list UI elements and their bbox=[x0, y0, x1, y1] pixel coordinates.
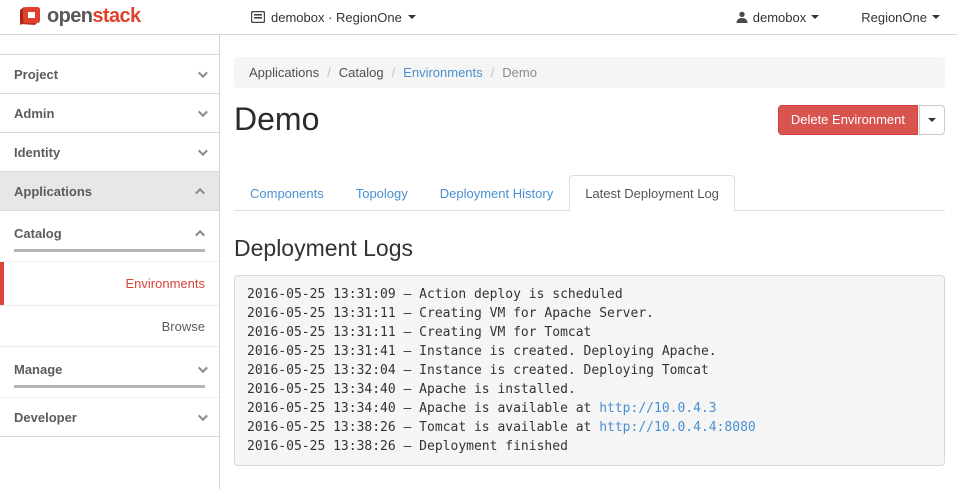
breadcrumb-item-environments[interactable]: Environments bbox=[403, 65, 482, 80]
user-menu[interactable]: demobox bbox=[736, 10, 819, 25]
sidebar-item-label: Manage bbox=[14, 362, 62, 377]
sidebar-item-label: Project bbox=[14, 67, 58, 82]
delete-environment-split-button: Delete Environment bbox=[778, 105, 945, 135]
breadcrumb-separator: / bbox=[483, 65, 503, 80]
project-context-switcher[interactable]: demobox · RegionOne bbox=[251, 0, 416, 34]
breadcrumb-item-demo: Demo bbox=[502, 65, 537, 80]
page-header: Demo Delete Environment bbox=[234, 101, 945, 138]
caret-down-icon bbox=[932, 15, 940, 19]
context-switcher-label: demobox · RegionOne bbox=[271, 10, 402, 25]
caret-down-icon bbox=[928, 118, 936, 122]
log-line: 2016-05-25 13:31:11 — Creating VM for To… bbox=[247, 323, 932, 342]
log-line: 2016-05-25 13:38:26 — Tomcat is availabl… bbox=[247, 418, 932, 437]
sidebar-item-developer[interactable]: Developer bbox=[0, 398, 219, 437]
delete-environment-dropdown-toggle[interactable] bbox=[919, 105, 945, 135]
breadcrumb-item-catalog: Catalog bbox=[339, 65, 384, 80]
top-navbar: openstack demobox · RegionOne demobox bbox=[0, 0, 957, 35]
sidebar-item-label: Environments bbox=[126, 276, 205, 291]
sidebar: Project Admin Identity Applications Catalog E… bbox=[0, 35, 220, 489]
main-content: Applications/Catalog/Environments/Demo D… bbox=[220, 35, 957, 489]
sidebar-item-label: Admin bbox=[14, 106, 54, 121]
chevron-down-icon bbox=[198, 363, 208, 373]
breadcrumb: Applications/Catalog/Environments/Demo bbox=[234, 57, 945, 88]
log-line: 2016-05-25 13:34:40 — Apache is availabl… bbox=[247, 399, 932, 418]
sidebar-item-label: Applications bbox=[14, 184, 92, 199]
caret-down-icon bbox=[811, 15, 819, 19]
sidebar-item-label: Identity bbox=[14, 145, 60, 160]
sidebar-item-label: Catalog bbox=[14, 226, 62, 241]
sidebar-item-admin[interactable]: Admin bbox=[0, 94, 219, 133]
region-menu-label: RegionOne bbox=[861, 10, 927, 25]
log-line: 2016-05-25 13:38:26 — Deployment finishe… bbox=[247, 437, 932, 456]
breadcrumb-separator: / bbox=[319, 65, 339, 80]
section-underline bbox=[14, 249, 205, 252]
chevron-up-icon bbox=[195, 187, 205, 197]
sidebar-item-label: Developer bbox=[14, 410, 77, 425]
chevron-down-icon bbox=[198, 68, 208, 78]
chevron-down-icon bbox=[198, 107, 208, 117]
project-list-icon bbox=[251, 11, 265, 23]
sidebar-item-project[interactable]: Project bbox=[0, 55, 219, 94]
user-menu-label: demobox bbox=[753, 10, 806, 25]
tab-deployment-history[interactable]: Deployment History bbox=[424, 175, 569, 211]
deployment-logs-heading: Deployment Logs bbox=[234, 235, 945, 262]
user-icon bbox=[736, 11, 748, 24]
section-underline bbox=[14, 385, 205, 388]
sidebar-top-strip bbox=[0, 35, 219, 55]
tab-bar: ComponentsTopologyDeployment HistoryLate… bbox=[234, 175, 945, 211]
log-line: 2016-05-25 13:31:41 — Instance is create… bbox=[247, 342, 932, 361]
breadcrumb-item-applications: Applications bbox=[249, 65, 319, 80]
breadcrumb-separator: / bbox=[384, 65, 404, 80]
page-title: Demo bbox=[234, 101, 319, 138]
sidebar-item-manage[interactable]: Manage bbox=[0, 347, 219, 398]
region-menu[interactable]: RegionOne bbox=[861, 10, 940, 25]
delete-environment-button[interactable]: Delete Environment bbox=[778, 105, 918, 135]
sidebar-item-label: Browse bbox=[162, 319, 205, 334]
openstack-wordmark: openstack bbox=[47, 6, 141, 26]
openstack-logo[interactable]: openstack bbox=[17, 4, 141, 28]
deployment-log-box: 2016-05-25 13:31:09 — Action deploy is s… bbox=[234, 275, 945, 466]
caret-down-icon bbox=[408, 15, 416, 19]
tab-components[interactable]: Components bbox=[234, 175, 340, 211]
log-line: 2016-05-25 13:31:11 — Creating VM for Ap… bbox=[247, 304, 932, 323]
sidebar-item-browse[interactable]: Browse bbox=[0, 306, 219, 347]
openstack-cube-icon bbox=[17, 4, 42, 28]
log-line: 2016-05-25 13:32:04 — Instance is create… bbox=[247, 361, 932, 380]
tab-topology[interactable]: Topology bbox=[340, 175, 424, 211]
log-line: 2016-05-25 13:34:40 — Apache is installe… bbox=[247, 380, 932, 399]
chevron-down-icon bbox=[198, 146, 208, 156]
topbar-right-menus: demobox RegionOne bbox=[736, 0, 940, 34]
sidebar-item-environments[interactable]: Environments bbox=[0, 262, 219, 306]
log-link[interactable]: http://10.0.4.4:8080 bbox=[599, 420, 756, 435]
sidebar-item-applications[interactable]: Applications bbox=[0, 172, 219, 211]
log-line: 2016-05-25 13:31:09 — Action deploy is s… bbox=[247, 285, 932, 304]
sidebar-item-identity[interactable]: Identity bbox=[0, 133, 219, 172]
chevron-up-icon bbox=[195, 230, 205, 240]
chevron-down-icon bbox=[198, 411, 208, 421]
tab-latest-deployment-log[interactable]: Latest Deployment Log bbox=[569, 175, 735, 211]
log-link[interactable]: http://10.0.4.3 bbox=[599, 401, 716, 416]
sidebar-item-catalog[interactable]: Catalog bbox=[0, 211, 219, 262]
